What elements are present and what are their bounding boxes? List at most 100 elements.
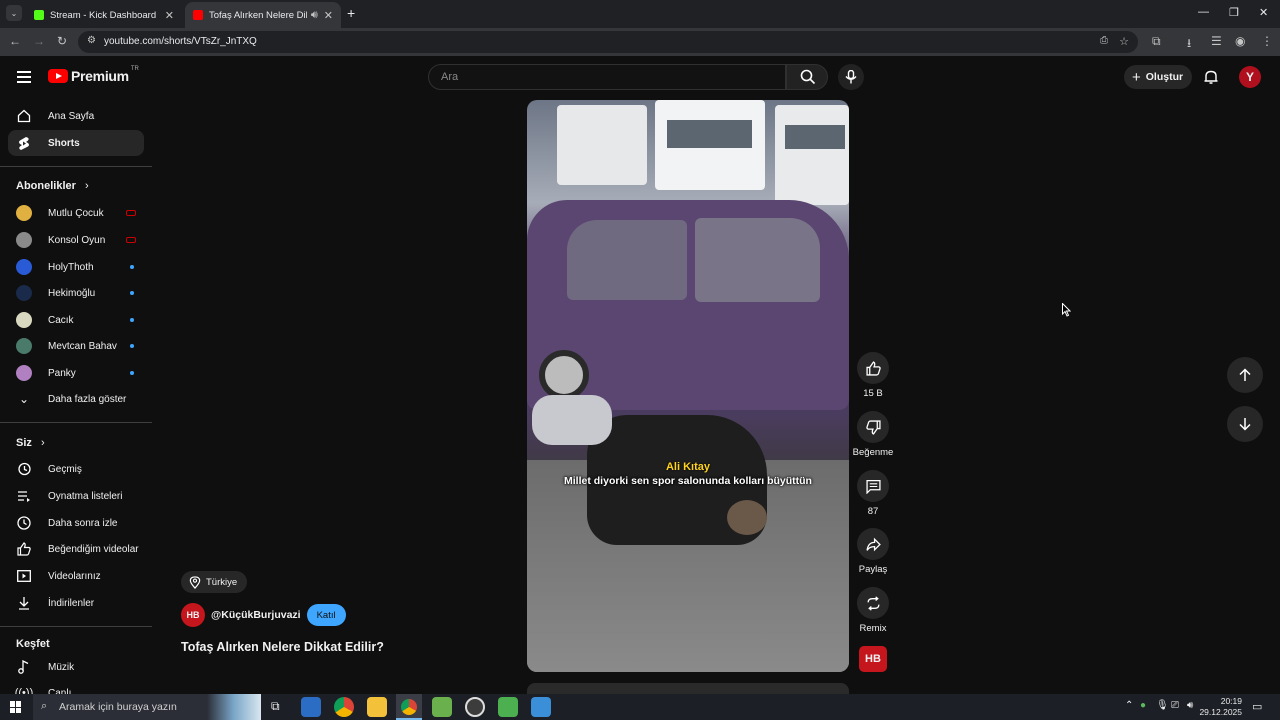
shorts-video-player[interactable]: Ali Kıtay Millet diyorki sen spor salonu… bbox=[527, 100, 849, 672]
channel-avatar bbox=[16, 285, 32, 301]
remix-button[interactable] bbox=[857, 587, 889, 619]
channel-avatar bbox=[16, 205, 32, 221]
game-app-icon[interactable] bbox=[498, 697, 518, 717]
browser-tab-youtube[interactable]: Tofaş Alırken Nelere Dikkat 🔊︎ ✕ bbox=[185, 2, 341, 28]
android-app-icon[interactable] bbox=[432, 697, 452, 717]
sidebar-item-label: İndirilenler bbox=[48, 597, 95, 609]
tray-network-icon[interactable]: ⎚ bbox=[1171, 700, 1179, 711]
channel-avatar[interactable]: HB bbox=[181, 603, 205, 627]
caption-text: Millet diyorki sen spor salonunda kollar… bbox=[564, 475, 812, 487]
minimize-button[interactable]: — bbox=[1198, 6, 1209, 18]
hamburger-menu-icon[interactable] bbox=[17, 71, 31, 83]
site-info-icon[interactable]: ⚙ bbox=[87, 35, 96, 46]
windows-start-icon[interactable] bbox=[10, 701, 22, 713]
file-explorer-icon[interactable] bbox=[367, 697, 387, 717]
media-control-icon[interactable]: ☰ bbox=[1211, 34, 1222, 48]
subscription-item[interactable]: HolyThoth bbox=[8, 254, 144, 280]
sidebar-item-home[interactable]: Ana Sayfa bbox=[8, 103, 144, 129]
notification-center-icon[interactable]: ▭ bbox=[1252, 700, 1262, 713]
new-content-dot-icon bbox=[130, 291, 134, 295]
extensions-icon[interactable]: ⧉ bbox=[1152, 34, 1161, 49]
obs-app-icon[interactable] bbox=[465, 697, 485, 717]
store-app-icon[interactable] bbox=[301, 697, 321, 717]
show-more-label: Daha fazla göster bbox=[48, 393, 127, 405]
new-tab-button[interactable]: + bbox=[347, 5, 355, 21]
chrome-app-icon[interactable] bbox=[334, 697, 354, 717]
sidebar-item-liked-videos[interactable]: Beğendiğim videolar bbox=[8, 536, 144, 562]
sidebar-item-watch-later[interactable]: Daha sonra izle bbox=[8, 510, 144, 536]
comments-action[interactable]: 87 bbox=[856, 470, 890, 517]
close-tab-icon[interactable]: ✕ bbox=[165, 9, 174, 22]
tab-search-button[interactable]: ⌄ bbox=[6, 5, 22, 21]
sidebar-item-your-videos[interactable]: Videolarınız bbox=[8, 563, 144, 589]
subscriptions-heading[interactable]: Abonelikler › bbox=[16, 180, 89, 192]
music-icon bbox=[18, 660, 29, 674]
subscription-label: Panky bbox=[48, 367, 76, 379]
speaker-icon[interactable]: 🔊︎ bbox=[311, 9, 318, 22]
tray-chevron-up-icon[interactable]: ⌃ bbox=[1125, 700, 1133, 711]
search-button[interactable] bbox=[786, 64, 828, 90]
plus-icon: + bbox=[1132, 68, 1141, 86]
close-tab-icon[interactable]: ✕ bbox=[324, 9, 333, 22]
taskbar-search-box[interactable]: ⌕ Aramak için buraya yazın bbox=[33, 694, 261, 720]
install-app-icon[interactable]: ⎙ bbox=[1100, 35, 1108, 46]
tray-app-icon[interactable]: ● bbox=[1140, 700, 1146, 711]
bookmark-star-icon[interactable]: ☆ bbox=[1119, 35, 1129, 48]
location-chip[interactable]: Türkiye bbox=[181, 571, 248, 593]
utility-app-icon[interactable] bbox=[531, 697, 551, 717]
back-icon[interactable]: ← bbox=[9, 34, 21, 48]
sound-source-thumbnail[interactable]: HB bbox=[859, 646, 887, 672]
sidebar-item-history[interactable]: Geçmiş bbox=[8, 456, 144, 482]
sidebar-item-downloads[interactable]: İndirilenler bbox=[8, 590, 144, 616]
voice-search-button[interactable] bbox=[838, 64, 864, 90]
sidebar-item-shorts[interactable]: Shorts bbox=[8, 130, 144, 156]
youtube-premium-logo[interactable]: Premium TR bbox=[48, 66, 139, 84]
like-action[interactable]: 15 B bbox=[856, 352, 890, 399]
you-heading[interactable]: Siz › bbox=[16, 437, 45, 449]
share-button[interactable] bbox=[857, 528, 889, 560]
subscription-item[interactable]: Hekimoğlu bbox=[8, 280, 144, 306]
next-short-button[interactable] bbox=[1227, 406, 1263, 442]
reload-icon[interactable]: ↻ bbox=[57, 34, 67, 48]
taskbar-clock[interactable]: 20:19 29.12.2025 bbox=[1199, 696, 1242, 718]
join-button[interactable]: Katıl bbox=[306, 604, 346, 626]
show-more-button[interactable]: ⌄ Daha fazla göster bbox=[8, 386, 144, 412]
menu-icon[interactable]: ⋮ bbox=[1261, 34, 1273, 48]
comments-button[interactable] bbox=[857, 470, 889, 502]
channel-name[interactable]: @KüçükBurjuvazi bbox=[211, 609, 301, 621]
comment-icon bbox=[865, 479, 881, 494]
channel-avatar bbox=[16, 338, 32, 354]
task-view-icon[interactable]: ⧉ bbox=[271, 699, 280, 714]
share-icon bbox=[865, 537, 881, 551]
tray-microphone-icon[interactable]: 🎙︎ bbox=[1156, 700, 1169, 711]
video-title[interactable]: Tofaş Alırken Nelere Dikkat Edilir? bbox=[181, 640, 384, 654]
subscriptions-title: Abonelikler bbox=[16, 180, 76, 192]
search-input[interactable]: Ara bbox=[428, 64, 786, 90]
video-scene-trucks bbox=[557, 105, 647, 185]
tray-volume-icon[interactable]: 🔊︎ bbox=[1187, 700, 1193, 711]
close-window-button[interactable]: ✕ bbox=[1259, 6, 1268, 19]
dislike-action[interactable]: Beğenme bbox=[853, 411, 893, 458]
profile-icon[interactable]: ◉ bbox=[1235, 34, 1245, 48]
create-button[interactable]: + Oluştur bbox=[1124, 65, 1192, 89]
previous-short-button[interactable] bbox=[1227, 357, 1263, 393]
subscription-item[interactable]: Panky bbox=[8, 360, 144, 386]
like-button[interactable] bbox=[857, 352, 889, 384]
restore-button[interactable]: ❐ bbox=[1229, 6, 1239, 19]
notifications-bell-icon[interactable] bbox=[1203, 69, 1219, 85]
dislike-button[interactable] bbox=[857, 411, 889, 443]
subscription-item[interactable]: Cacık bbox=[8, 307, 144, 333]
address-bar[interactable]: ⚙ youtube.com/shorts/VTsZr_JnTXQ ⎙ ☆ bbox=[78, 31, 1138, 53]
forward-icon[interactable]: → bbox=[33, 34, 45, 48]
account-avatar[interactable]: Y bbox=[1239, 66, 1261, 88]
browser-tab-kick[interactable]: Stream - Kick Dashboard ✕ bbox=[26, 2, 182, 28]
share-action[interactable]: Paylaş bbox=[856, 528, 890, 575]
location-label: Türkiye bbox=[206, 576, 238, 588]
remix-action[interactable]: Remix bbox=[856, 587, 890, 634]
subscription-item[interactable]: Mevtcan Bahav bbox=[8, 333, 144, 359]
subscription-item[interactable]: Konsol Oyun bbox=[8, 227, 144, 253]
downloads-icon[interactable]: ⭳ bbox=[1187, 34, 1191, 55]
subscription-item[interactable]: Mutlu Çocuk bbox=[8, 200, 144, 226]
sidebar-item-music[interactable]: Müzik bbox=[8, 654, 144, 680]
sidebar-item-playlists[interactable]: Oynatma listeleri bbox=[8, 483, 144, 509]
